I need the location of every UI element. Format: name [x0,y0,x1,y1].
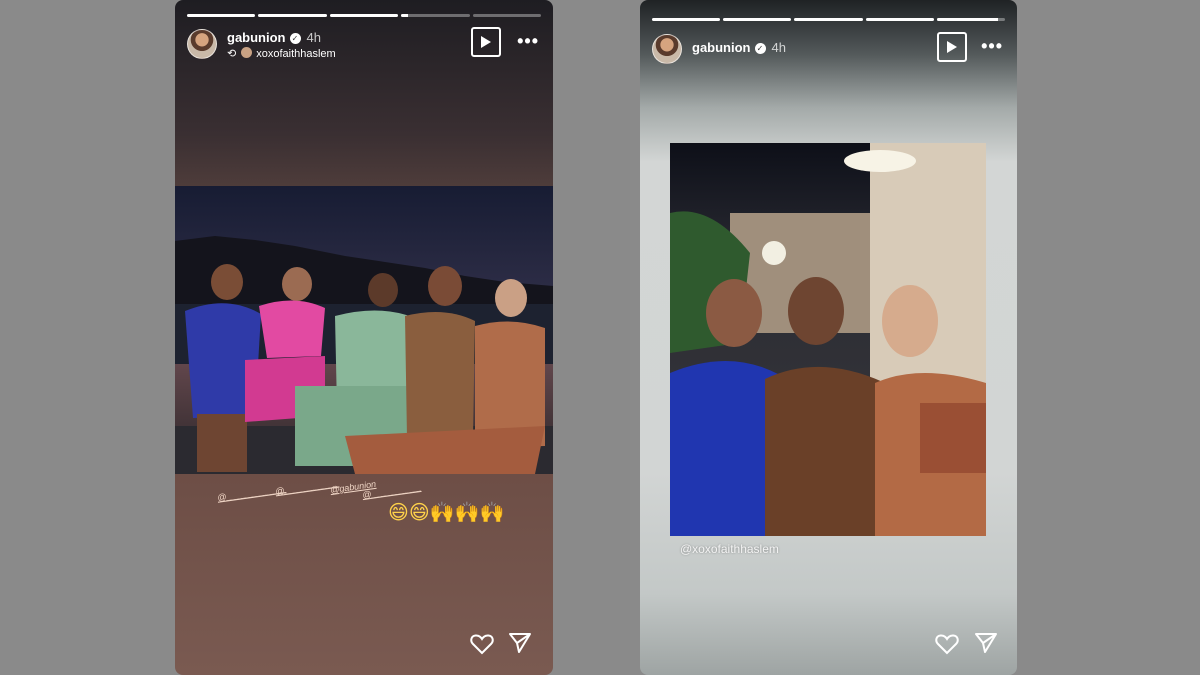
more-options-icon[interactable]: ••• [517,32,539,50]
progress-segment [794,18,863,21]
progress-segment [936,18,1006,21]
heart-icon[interactable] [470,633,494,655]
story-header: gabunion ✓ 4h ••• [652,32,1005,68]
story-photo [670,143,986,536]
repost-attribution[interactable]: ⟲ xoxofaithhaslem [227,47,336,60]
send-icon[interactable] [509,633,531,653]
progress-segment [258,14,327,17]
more-options-icon[interactable]: ••• [981,37,1003,55]
story-photo [175,186,553,474]
repost-icon: ⟲ [227,48,237,60]
story-header: gabunion ✓ 4h ⟲ xoxofaithhaslem ••• [187,27,541,63]
progress-segment [865,18,934,21]
username[interactable]: gabunion ✓ 4h [692,40,786,55]
play-icon [947,41,957,53]
play-button[interactable] [937,32,967,62]
username-text[interactable]: gabunion [692,40,751,55]
story-card-right[interactable]: gabunion ✓ 4h ••• @xoxofaithhaslem [640,0,1017,675]
play-button[interactable] [471,27,501,57]
progress-segment [401,14,470,17]
heart-icon[interactable] [935,633,959,655]
verified-icon: ✓ [754,43,766,54]
play-icon [481,36,491,48]
avatar[interactable] [652,34,682,64]
mention-caption[interactable]: @xoxofaithhaslem [680,542,779,556]
repost-username[interactable]: xoxofaithhaslem [256,48,336,60]
username-text[interactable]: gabunion [227,30,286,45]
progress-segment [329,14,399,17]
verified-icon: ✓ [289,33,301,44]
story-card-left[interactable]: gabunion ✓ 4h ⟲ xoxofaithhaslem ••• @___… [175,0,553,675]
story-progress [652,18,1006,21]
username[interactable]: gabunion ✓ 4h [227,30,321,45]
story-progress [187,14,542,17]
avatar[interactable] [187,29,217,59]
repost-avatar [241,47,253,58]
post-time: 4h [771,40,786,55]
progress-segment [723,18,792,21]
progress-segment [472,14,542,17]
send-icon[interactable] [975,633,997,653]
emoji-sticker: 😄😄🙌🙌🙌 [388,502,505,524]
progress-segment [187,14,256,17]
progress-segment [652,18,721,21]
post-time: 4h [306,30,321,45]
